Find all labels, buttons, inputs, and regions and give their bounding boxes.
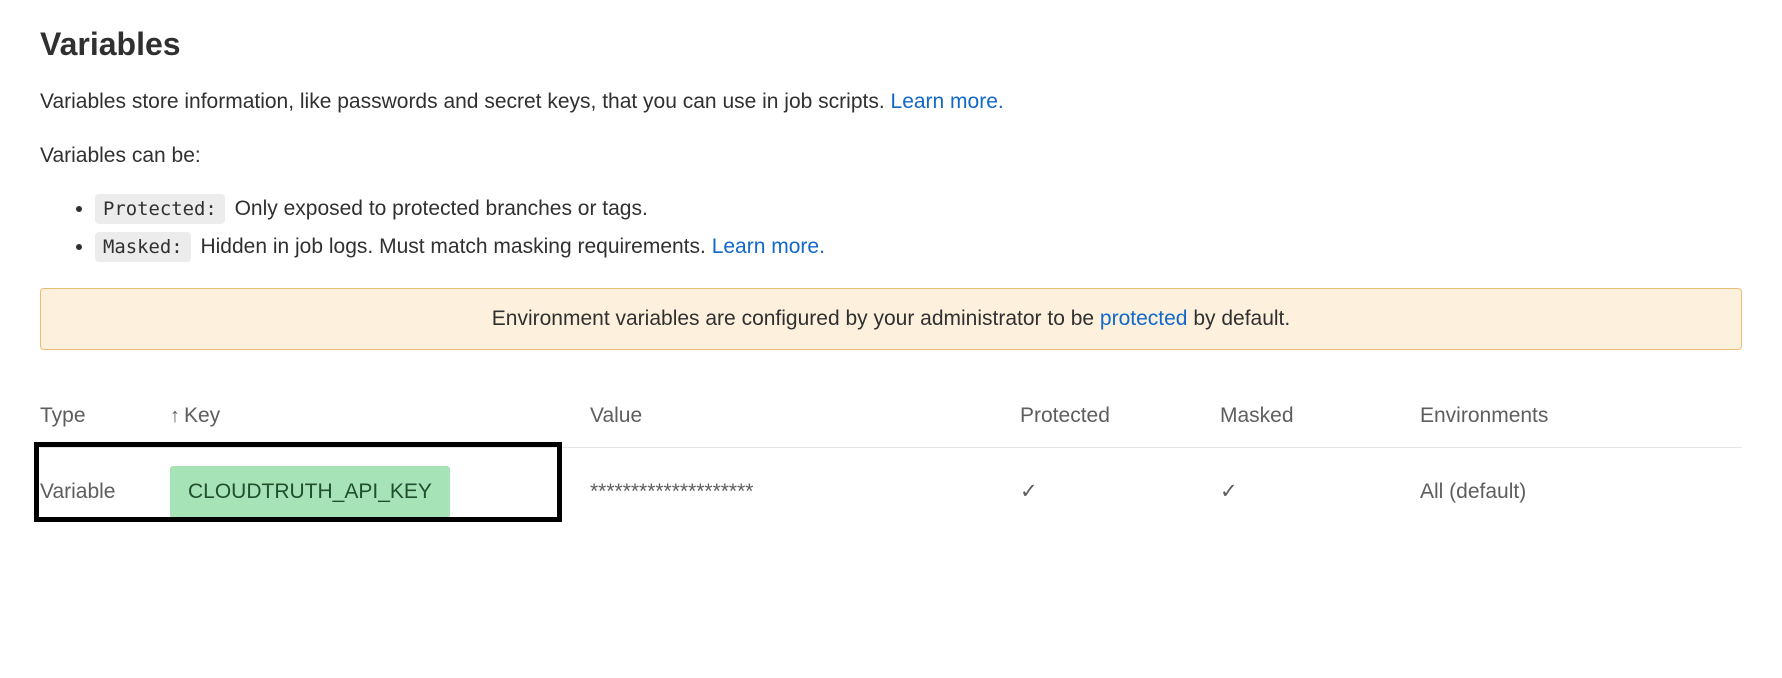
can-be-intro: Variables can be:: [40, 140, 1742, 172]
masked-learn-more-link[interactable]: Learn more.: [712, 235, 825, 258]
learn-more-link[interactable]: Learn more.: [891, 90, 1004, 113]
banner-protected-link[interactable]: protected: [1100, 307, 1188, 330]
section-description: Variables store information, like passwo…: [40, 86, 1742, 118]
table-header-row: Type ↑Key Value Protected Masked Environ…: [40, 390, 1742, 448]
list-item: Protected: Only exposed to protected bra…: [95, 193, 1742, 225]
cell-value: ********************: [590, 448, 1020, 536]
variable-key-badge: CLOUDTRUTH_API_KEY: [170, 466, 450, 518]
description-text: Variables store information, like passwo…: [40, 90, 891, 113]
col-protected[interactable]: Protected: [1020, 390, 1220, 448]
variables-table: Type ↑Key Value Protected Masked Environ…: [40, 390, 1742, 536]
sort-arrow-up-icon: ↑: [170, 402, 180, 432]
variables-table-container: Type ↑Key Value Protected Masked Environ…: [40, 390, 1742, 536]
protected-desc: Only exposed to protected branches or ta…: [229, 197, 648, 220]
cell-key: CLOUDTRUTH_API_KEY: [170, 448, 590, 536]
col-value[interactable]: Value: [590, 390, 1020, 448]
protected-chip: Protected:: [95, 194, 225, 224]
col-masked[interactable]: Masked: [1220, 390, 1420, 448]
col-environments[interactable]: Environments: [1420, 390, 1742, 448]
section-heading: Variables: [40, 20, 1742, 68]
banner-suffix: by default.: [1187, 307, 1290, 330]
cell-type: Variable: [40, 448, 170, 536]
table-row: Variable CLOUDTRUTH_API_KEY ************…: [40, 448, 1742, 536]
col-key-label: Key: [184, 404, 220, 427]
variable-type-list: Protected: Only exposed to protected bra…: [40, 193, 1742, 262]
masked-chip: Masked:: [95, 232, 191, 262]
cell-masked: ✓: [1220, 448, 1420, 536]
cell-environments: All (default): [1420, 448, 1742, 536]
masked-desc: Hidden in job logs. Must match masking r…: [195, 235, 712, 258]
list-item: Masked: Hidden in job logs. Must match m…: [95, 231, 1742, 263]
check-icon: ✓: [1220, 480, 1238, 503]
col-type[interactable]: Type: [40, 390, 170, 448]
check-icon: ✓: [1020, 480, 1038, 503]
banner-prefix: Environment variables are configured by …: [492, 307, 1100, 330]
info-banner: Environment variables are configured by …: [40, 288, 1742, 350]
col-key[interactable]: ↑Key: [170, 390, 590, 448]
cell-protected: ✓: [1020, 448, 1220, 536]
